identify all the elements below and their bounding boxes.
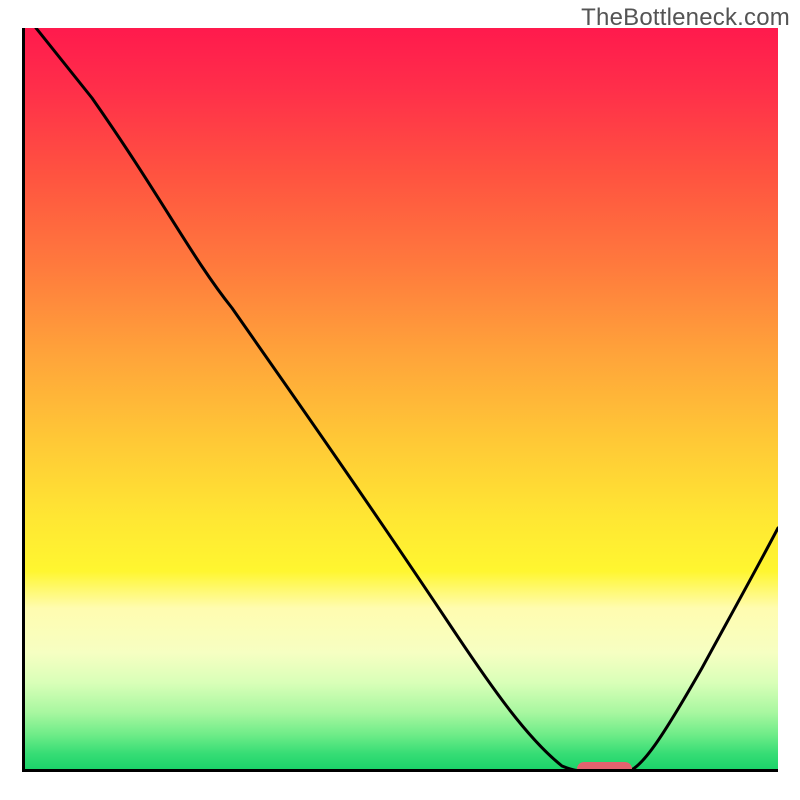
curve-path — [36, 28, 778, 772]
bottleneck-curve — [22, 28, 778, 772]
minimum-marker — [577, 762, 632, 772]
plot-area — [22, 28, 778, 772]
chart-canvas: TheBottleneck.com — [0, 0, 800, 800]
